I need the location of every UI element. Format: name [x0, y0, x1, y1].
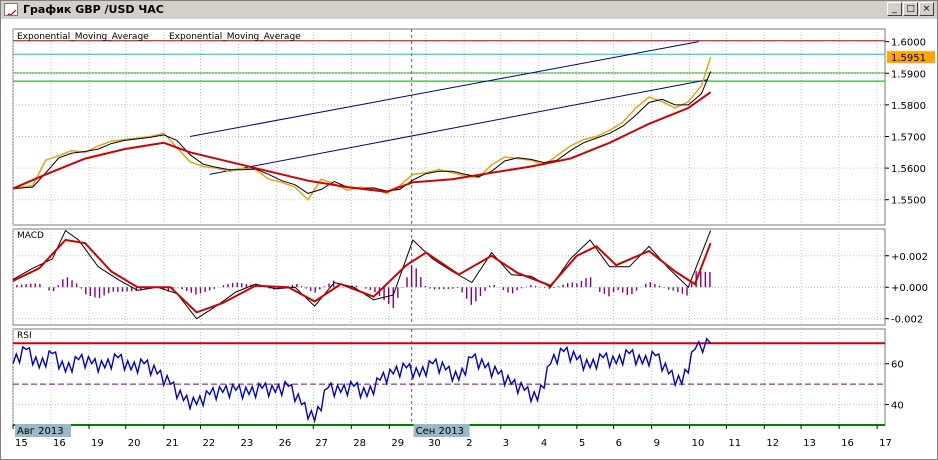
price-tick-label: 1.5800 [891, 101, 926, 112]
month-label: Авг 2013 [17, 426, 64, 437]
date-tick-label: 22 [203, 438, 216, 449]
title-bar[interactable]: График GBP /USD ЧАС _ □ × [1, 1, 937, 20]
date-tick-label: 23 [241, 438, 254, 449]
date-tick-label: 29 [391, 438, 404, 449]
rsi-tick-label: 40 [891, 401, 904, 412]
chart-app-icon [4, 3, 18, 16]
price-tick-label: 1.5700 [891, 132, 926, 143]
rsi-tick-label: 60 [891, 360, 904, 371]
price-tick-label: 1.5600 [891, 164, 926, 175]
date-tick-label: 16 [841, 438, 854, 449]
chart-window: График GBP /USD ЧАС _ □ × 1.6000 1.5900 1.… [0, 0, 938, 460]
close-button[interactable]: × [919, 2, 934, 16]
date-tick-label: 2 [466, 438, 472, 449]
date-tick-label: 3 [503, 438, 509, 449]
macd-tick-label: -0.002 [891, 315, 923, 326]
date-tick-label: 9 [654, 438, 660, 449]
window-title: График GBP /USD ЧАС [23, 3, 164, 16]
date-tick-label: 20 [128, 438, 141, 449]
date-tick-label: 11 [728, 438, 741, 449]
legend-label-1: Exponential_Moving_Average [17, 32, 149, 42]
date-tick-label: 13 [803, 438, 816, 449]
macd-tick-label: +0.000 [891, 283, 928, 294]
date-tick-label: 19 [91, 438, 104, 449]
date-tick-label: 21 [166, 438, 179, 449]
date-tick-label: 16 [53, 438, 66, 449]
maximize-button[interactable]: □ [903, 2, 918, 16]
date-tick-label: 15 [15, 438, 28, 449]
date-tick-label: 30 [428, 438, 441, 449]
minimize-button[interactable]: _ [887, 2, 902, 16]
price-tick-label: 1.6000 [891, 38, 926, 49]
chart-area[interactable]: 1.6000 1.5900 1.5800 1.5700 1.5600 1.5500 1.59… [1, 19, 937, 459]
date-tick-label: 5 [579, 438, 585, 449]
price-tick-label: 1.5500 [891, 196, 926, 207]
macd-tick-label: +0.002 [891, 252, 928, 263]
date-tick-label: 4 [541, 438, 547, 449]
date-tick-label: 6 [616, 438, 622, 449]
macd-title: MACD [17, 231, 44, 241]
price-tick-label: 1.5900 [891, 69, 926, 80]
legend-label-2: Exponential_Moving_Average [169, 32, 301, 42]
date-tick-label: 17 [879, 438, 892, 449]
rsi-title: RSI [17, 331, 32, 341]
date-tick-label: 10 [692, 438, 705, 449]
date-tick-label: 26 [279, 438, 292, 449]
month-label: Сен 2013 [416, 426, 464, 437]
current-price-label: 1.5951 [891, 53, 926, 64]
date-tick-label: 28 [353, 438, 366, 449]
date-tick-label: 27 [315, 438, 328, 449]
date-tick-label: 12 [766, 438, 779, 449]
